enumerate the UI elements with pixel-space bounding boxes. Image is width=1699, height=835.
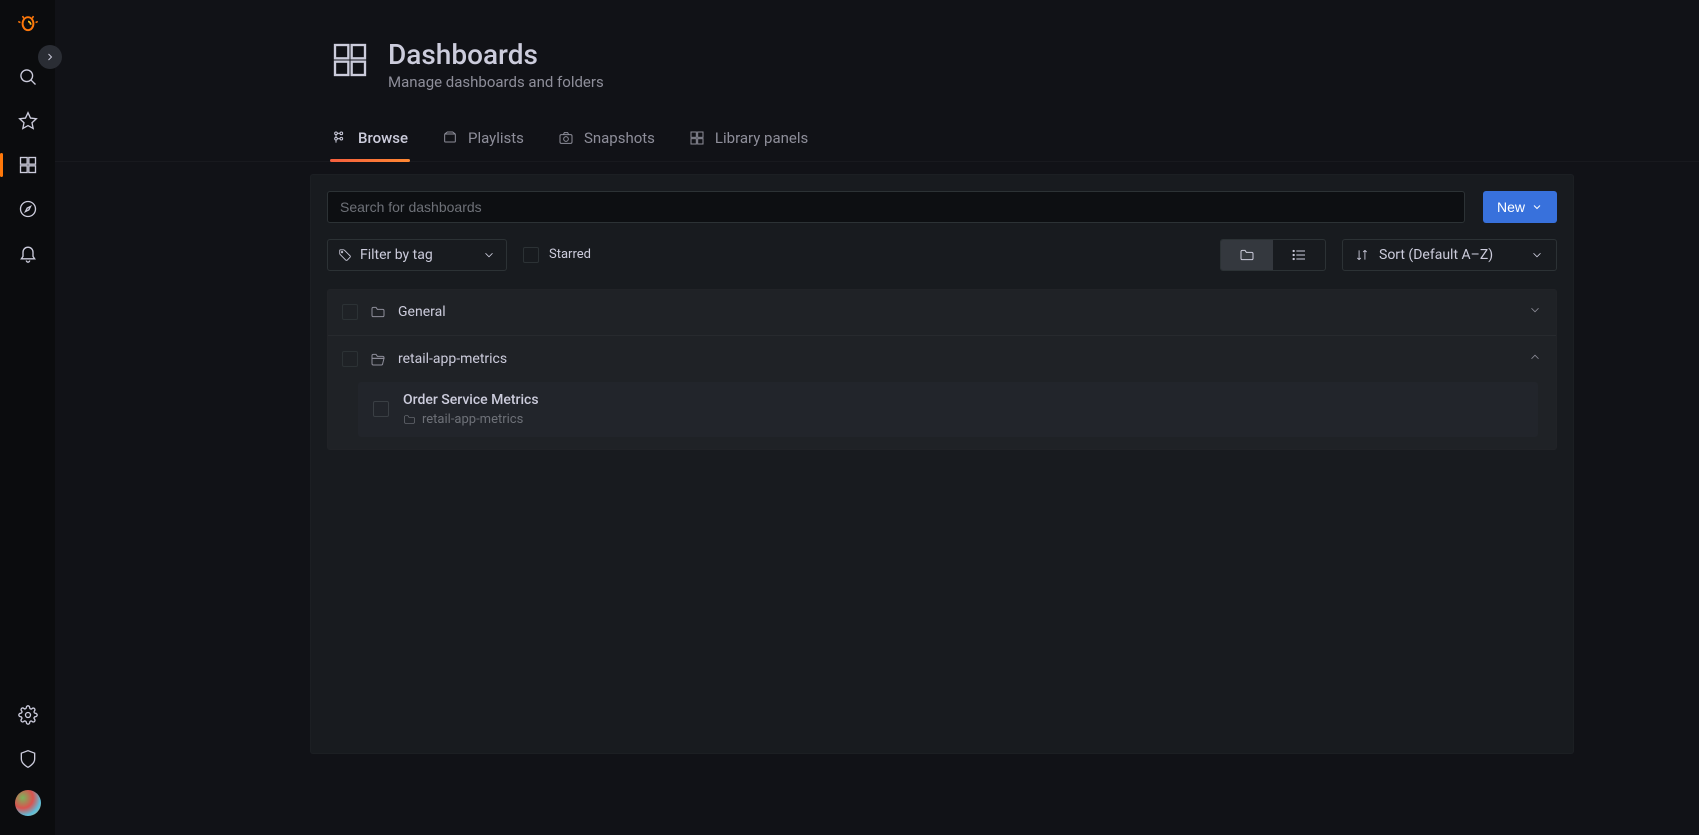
- sort-select[interactable]: Sort (Default A–Z): [1342, 239, 1557, 271]
- filter-by-tag-label: Filter by tag: [360, 247, 433, 263]
- chevron-down-icon: [1530, 248, 1544, 262]
- folder-name: General: [398, 304, 446, 320]
- folder-row-general[interactable]: General: [328, 290, 1556, 336]
- nav-sidebar: [0, 0, 55, 835]
- nav-configuration[interactable]: [0, 693, 55, 737]
- page-subtitle: Manage dashboards and folders: [388, 73, 604, 91]
- chevron-up-icon: [1528, 350, 1542, 368]
- chevron-down-icon: [482, 248, 496, 262]
- tab-browse[interactable]: Browse: [330, 119, 410, 161]
- sort-label: Sort (Default A–Z): [1379, 247, 1493, 263]
- folder-icon: [1239, 247, 1255, 263]
- tag-icon: [338, 248, 352, 262]
- new-button-label: New: [1497, 199, 1525, 215]
- starred-label: Starred: [549, 247, 591, 262]
- folder-row-retail-app-metrics[interactable]: retail-app-metrics: [328, 336, 1556, 382]
- view-list-button[interactable]: [1273, 240, 1325, 270]
- folder-icon: [403, 413, 416, 426]
- tab-label: Playlists: [468, 129, 524, 147]
- tabs: Browse Playlists Snapshots Library panel…: [55, 119, 1699, 162]
- tab-library-panels[interactable]: Library panels: [687, 119, 810, 161]
- tab-playlists[interactable]: Playlists: [440, 119, 526, 161]
- nav-dashboards[interactable]: [0, 143, 55, 187]
- starred-filter[interactable]: Starred: [523, 247, 591, 263]
- folder-checkbox[interactable]: [342, 351, 358, 367]
- dashboard-checkbox[interactable]: [373, 401, 389, 417]
- tab-label: Library panels: [715, 129, 808, 147]
- new-button[interactable]: New: [1483, 191, 1557, 223]
- folder-icon: [370, 304, 386, 320]
- folder-list: General retail-app-metrics: [327, 289, 1557, 450]
- folder-open-icon: [370, 351, 386, 367]
- nav-starred[interactable]: [0, 99, 55, 143]
- starred-checkbox[interactable]: [523, 247, 539, 263]
- tab-label: Snapshots: [584, 129, 655, 147]
- nav-alerting[interactable]: [0, 231, 55, 275]
- tab-label: Browse: [358, 129, 408, 147]
- expand-sidebar-button[interactable]: [38, 45, 62, 69]
- dashboards-icon: [330, 40, 370, 84]
- dashboard-title: Order Service Metrics: [403, 392, 539, 408]
- dashboard-item-order-service-metrics[interactable]: Order Service Metrics retail-app-metrics: [358, 382, 1538, 437]
- nav-explore[interactable]: [0, 187, 55, 231]
- filter-by-tag-select[interactable]: Filter by tag: [327, 239, 507, 271]
- dashboard-folder: retail-app-metrics: [422, 412, 523, 427]
- search-input[interactable]: [327, 191, 1465, 223]
- view-toggle: [1220, 239, 1326, 271]
- browse-panel: New Filter by tag Starred: [310, 174, 1574, 754]
- chevron-down-icon: [1528, 303, 1542, 321]
- folder-name: retail-app-metrics: [398, 351, 507, 367]
- tab-snapshots[interactable]: Snapshots: [556, 119, 657, 161]
- list-icon: [1291, 247, 1307, 263]
- page-header: Dashboards Manage dashboards and folders: [55, 0, 1699, 91]
- page-title: Dashboards: [388, 40, 604, 71]
- view-folders-button[interactable]: [1221, 240, 1273, 270]
- folder-checkbox[interactable]: [342, 304, 358, 320]
- chevron-down-icon: [1531, 201, 1543, 213]
- sort-icon: [1355, 248, 1369, 262]
- main-content: Dashboards Manage dashboards and folders…: [55, 0, 1699, 835]
- avatar-icon: [15, 790, 41, 816]
- nav-server-admin[interactable]: [0, 737, 55, 781]
- nav-profile[interactable]: [0, 781, 55, 825]
